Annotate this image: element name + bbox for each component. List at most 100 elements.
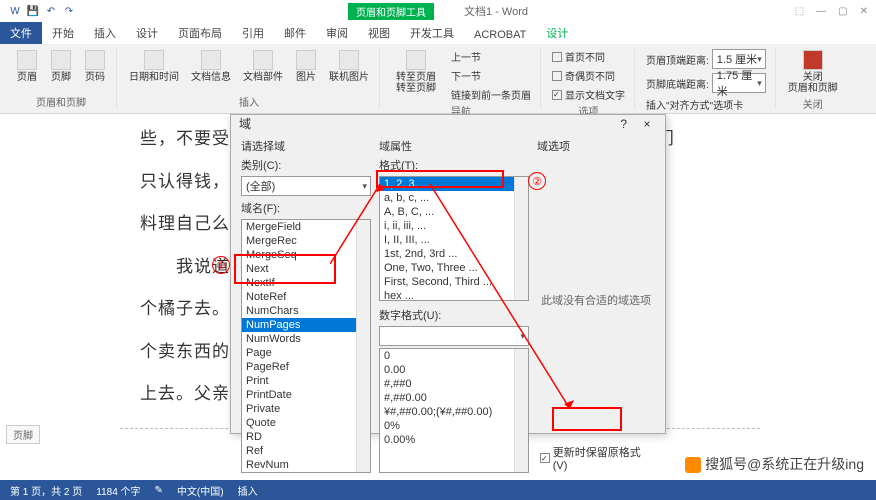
status-bar: 第 1 页，共 2 页 1184 个字 ✎ 中文(中国) 插入 xyxy=(0,480,876,500)
field-name-item[interactable]: Private xyxy=(242,402,370,416)
field-name-listbox[interactable]: MergeFieldMergeRecMergeSeqNextNextIfNote… xyxy=(241,219,371,473)
status-language[interactable]: 中文(中国) xyxy=(177,483,224,498)
tab-developer[interactable]: 开发工具 xyxy=(400,22,464,44)
tab-header-footer-design[interactable]: 设计 xyxy=(536,22,578,44)
tab-insert[interactable]: 插入 xyxy=(84,22,126,44)
format-listbox[interactable]: 1, 2, 3, ...a, b, c, ...A, B, C, ...i, i… xyxy=(379,176,529,301)
field-name-item[interactable]: NoteRef xyxy=(242,290,370,304)
prev-section-button[interactable]: 上一节 xyxy=(448,48,534,65)
numformat-listbox[interactable]: 00.00#,##0#,##0.00¥#,##0.00;(¥#,##0.00)0… xyxy=(379,348,529,473)
dialog-col-properties: 域属性 格式(T): 1, 2, 3, ...a, b, c, ...A, B,… xyxy=(379,138,529,473)
numformat-item[interactable]: ¥#,##0.00;(¥#,##0.00) xyxy=(380,405,528,419)
field-name-item[interactable]: NumWords xyxy=(242,332,370,346)
show-doc-text-checkbox[interactable]: 显示文档文字 xyxy=(549,86,628,103)
field-name-item[interactable]: MergeSeq xyxy=(242,248,370,262)
quick-parts-button[interactable]: 文档部件 xyxy=(239,48,287,85)
maximize-icon[interactable]: ▢ xyxy=(838,6,847,17)
ribbon-group-navigation: 转至页眉 转至页脚 上一节 下一节 链接到前一条页眉 导航 xyxy=(382,48,541,109)
tab-design[interactable]: 设计 xyxy=(126,22,168,44)
category-combo[interactable]: (全部) xyxy=(241,176,371,196)
field-name-item[interactable]: RevNum xyxy=(242,458,370,472)
field-name-item[interactable]: PageRef xyxy=(242,360,370,374)
footer-button[interactable]: 页脚 xyxy=(46,48,76,85)
tab-layout[interactable]: 页面布局 xyxy=(168,22,232,44)
sohu-icon xyxy=(685,457,701,473)
section-label-opts: 域选项 xyxy=(537,138,655,154)
tab-acrobat[interactable]: ACROBAT xyxy=(464,26,536,44)
document-title: 文档1 - Word xyxy=(464,3,528,19)
online-picture-button[interactable]: 联机图片 xyxy=(325,48,373,85)
format-item[interactable]: hex ... xyxy=(380,289,528,300)
ribbon-group-insert: 日期和时间 文档信息 文档部件 图片 联机图片 插入 xyxy=(119,48,380,109)
date-time-button[interactable]: 日期和时间 xyxy=(125,48,183,85)
scrollbar[interactable] xyxy=(514,177,528,300)
doc-info-button[interactable]: 文档信息 xyxy=(187,48,235,85)
numformat-item[interactable]: #,##0.00 xyxy=(380,391,528,405)
numformat-item[interactable]: 0.00% xyxy=(380,433,528,447)
dialog-titlebar[interactable]: 域 ? × xyxy=(231,115,665,132)
numformat-item[interactable]: 0 xyxy=(380,349,528,363)
close-window-icon[interactable]: ✕ xyxy=(860,6,868,17)
numformat-item[interactable]: 0% xyxy=(380,419,528,433)
field-name-item[interactable]: MergeField xyxy=(242,220,370,234)
tab-mail[interactable]: 邮件 xyxy=(274,22,316,44)
numformat-combo[interactable] xyxy=(379,326,529,346)
field-name-item[interactable]: RD xyxy=(242,430,370,444)
undo-icon[interactable]: ↶ xyxy=(44,4,58,18)
dialog-col-options: 域选项 此域没有合适的域选项 更新时保留原格式(V) xyxy=(537,138,655,473)
tab-view[interactable]: 视图 xyxy=(358,22,400,44)
goto-header-footer-button[interactable]: 转至页眉 转至页脚 xyxy=(388,48,444,96)
format-item[interactable]: 1st, 2nd, 3rd ... xyxy=(380,247,528,261)
format-item[interactable]: First, Second, Third ... xyxy=(380,275,528,289)
tab-references[interactable]: 引用 xyxy=(232,22,274,44)
close-header-footer-button[interactable]: 关闭 页眉和页脚 xyxy=(784,48,842,96)
field-name-item[interactable]: Ref xyxy=(242,444,370,458)
format-item[interactable]: 1, 2, 3, ... xyxy=(380,177,528,191)
save-icon[interactable]: 💾 xyxy=(26,4,40,18)
header-button[interactable]: 页眉 xyxy=(12,48,42,85)
format-item[interactable]: One, Two, Three ... xyxy=(380,261,528,275)
scrollbar[interactable] xyxy=(514,349,528,472)
diff-first-page-checkbox[interactable]: 首页不同 xyxy=(549,48,628,65)
picture-button[interactable]: 图片 xyxy=(291,48,321,85)
status-page[interactable]: 第 1 页，共 2 页 xyxy=(10,483,82,498)
page-number-button[interactable]: 页码 xyxy=(80,48,110,85)
field-dialog: 域 ? × 请选择域 类别(C): (全部) 域名(F): MergeField… xyxy=(230,114,666,434)
link-previous-button[interactable]: 链接到前一条页眉 xyxy=(448,86,534,103)
header-top-distance-input[interactable]: 1.5 厘米 xyxy=(712,49,766,69)
tab-file[interactable]: 文件 xyxy=(0,22,42,44)
section-label-props: 域属性 xyxy=(379,138,529,154)
format-label: 格式(T): xyxy=(379,157,529,173)
format-item[interactable]: i, ii, iii, ... xyxy=(380,219,528,233)
tab-home[interactable]: 开始 xyxy=(42,22,84,44)
next-section-button[interactable]: 下一节 xyxy=(448,67,534,84)
status-insert-mode[interactable]: 插入 xyxy=(238,483,258,498)
status-proofing-icon[interactable]: ✎ xyxy=(155,485,163,496)
preserve-format-checkbox[interactable]: 更新时保留原格式(V) xyxy=(537,443,655,473)
diff-odd-even-checkbox[interactable]: 奇偶页不同 xyxy=(549,67,628,84)
field-name-item[interactable]: NumPages xyxy=(242,318,370,332)
minimize-icon[interactable]: — xyxy=(816,6,826,17)
numformat-item[interactable]: #,##0 xyxy=(380,377,528,391)
dialog-help-icon[interactable]: ? xyxy=(620,117,627,131)
field-name-item[interactable]: PrintDate xyxy=(242,388,370,402)
document-area: 些，不要受凉。" 又嘱托茶房好好照应我。我心里暗笑他的迂；他们 只认得钱，托他们… xyxy=(0,114,876,474)
format-item[interactable]: A, B, C, ... xyxy=(380,205,528,219)
scrollbar[interactable] xyxy=(356,220,370,472)
field-name-item[interactable]: Page xyxy=(242,346,370,360)
field-name-item[interactable]: NextIf xyxy=(242,276,370,290)
ribbon-options-icon[interactable]: ⬚ xyxy=(795,6,804,17)
numformat-item[interactable]: 0.00 xyxy=(380,363,528,377)
field-name-item[interactable]: Quote xyxy=(242,416,370,430)
field-name-item[interactable]: Print xyxy=(242,374,370,388)
field-name-item[interactable]: Next xyxy=(242,262,370,276)
status-word-count[interactable]: 1184 个字 xyxy=(96,483,140,498)
tab-review[interactable]: 审阅 xyxy=(316,22,358,44)
field-name-item[interactable]: MergeRec xyxy=(242,234,370,248)
format-item[interactable]: a, b, c, ... xyxy=(380,191,528,205)
dialog-close-icon[interactable]: × xyxy=(637,117,657,131)
redo-icon[interactable]: ↷ xyxy=(62,4,76,18)
field-name-item[interactable]: NumChars xyxy=(242,304,370,318)
format-item[interactable]: I, II, III, ... xyxy=(380,233,528,247)
footer-bottom-distance-input[interactable]: 1.75 厘米 xyxy=(712,73,766,93)
